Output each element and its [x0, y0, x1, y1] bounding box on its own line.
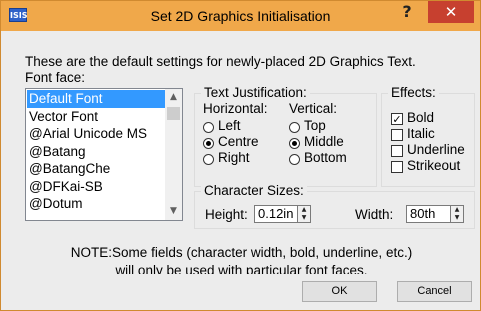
- checkbox-strikeout-label[interactable]: Strikeout: [407, 158, 460, 173]
- font-item-dotum[interactable]: @Dotum: [27, 195, 166, 213]
- width-spin-down-icon[interactable]: ▼: [451, 214, 463, 222]
- intro-text: These are the default settings for newly…: [25, 54, 416, 69]
- help-button[interactable]: ?: [393, 1, 421, 23]
- height-spin-up-icon[interactable]: ▲: [298, 206, 310, 214]
- scroll-up-arrow-icon[interactable]: ▲: [165, 89, 182, 106]
- text-justification-title: Text Justification:: [201, 85, 310, 100]
- width-spin-up-icon[interactable]: ▲: [451, 206, 463, 214]
- horizontal-label: Horizontal:: [203, 101, 268, 116]
- radio-horizontal-centre[interactable]: [203, 138, 214, 149]
- checkbox-bold-label[interactable]: Bold: [407, 110, 434, 125]
- effects-group: Effects: ✓ Bold Italic Underline Strikeo…: [381, 85, 475, 187]
- checkbox-italic[interactable]: [391, 129, 403, 141]
- radio-horizontal-left-label[interactable]: Left: [218, 118, 241, 133]
- width-label: Width:: [355, 207, 394, 222]
- vertical-label: Vertical:: [289, 101, 338, 116]
- close-button[interactable]: ✕: [428, 1, 474, 23]
- radio-vertical-top[interactable]: [289, 122, 300, 133]
- height-spinner[interactable]: ▲ ▼: [297, 205, 311, 223]
- radio-vertical-bottom[interactable]: [289, 154, 300, 165]
- dialog-window: ISIS Set 2D Graphics Initialisation ? ✕ …: [0, 0, 481, 311]
- title-bar[interactable]: ISIS Set 2D Graphics Initialisation ? ✕: [1, 1, 480, 31]
- font-face-listbox[interactable]: Default Font Vector Font @Arial Unicode …: [25, 88, 183, 221]
- cancel-button[interactable]: Cancel: [397, 281, 472, 302]
- radio-vertical-top-label[interactable]: Top: [304, 118, 326, 133]
- font-list-scrollbar[interactable]: ▲ ▼: [165, 89, 182, 220]
- radio-vertical-bottom-label[interactable]: Bottom: [304, 150, 347, 165]
- height-spin-down-icon[interactable]: ▼: [298, 214, 310, 222]
- checkmark-icon: ✓: [392, 113, 402, 126]
- scroll-thumb[interactable]: [167, 107, 180, 120]
- note-line-2: will only be used with particular font f…: [1, 262, 481, 274]
- radio-horizontal-right-label[interactable]: Right: [218, 150, 250, 165]
- note-line-2-text: will only be used with particular font f…: [115, 263, 368, 274]
- font-face-label: Font face:: [25, 70, 86, 85]
- font-list-items: Default Font Vector Font @Arial Unicode …: [27, 90, 166, 213]
- radio-vertical-middle[interactable]: [289, 138, 300, 149]
- width-spinner[interactable]: ▲ ▼: [450, 205, 464, 223]
- checkbox-underline[interactable]: [391, 145, 403, 157]
- font-item-arial-unicode-ms[interactable]: @Arial Unicode MS: [27, 125, 166, 143]
- width-input[interactable]: 80th: [406, 205, 451, 223]
- character-sizes-group: Character Sizes: Height: 0.12in ▲ ▼ Widt…: [194, 183, 475, 229]
- note-line-1: NOTE:Some fields (character width, bold,…: [70, 245, 413, 260]
- text-justification-group: Text Justification: Horizontal: Vertical…: [194, 85, 377, 187]
- font-item-dfkai-sb[interactable]: @DFKai-SB: [27, 178, 166, 196]
- scroll-down-arrow-icon[interactable]: ▼: [165, 203, 182, 220]
- font-item-default-font[interactable]: Default Font: [27, 90, 166, 108]
- close-icon: ✕: [444, 3, 458, 21]
- height-label: Height:: [205, 207, 248, 222]
- height-input[interactable]: 0.12in: [254, 205, 298, 223]
- checkbox-underline-label[interactable]: Underline: [407, 142, 465, 157]
- radio-horizontal-left[interactable]: [203, 122, 214, 133]
- ok-button[interactable]: OK: [302, 281, 377, 302]
- checkbox-italic-label[interactable]: Italic: [407, 126, 435, 141]
- effects-title: Effects:: [388, 85, 439, 100]
- radio-horizontal-right[interactable]: [203, 154, 214, 165]
- checkbox-strikeout[interactable]: [391, 161, 403, 173]
- font-item-batang[interactable]: @Batang: [27, 143, 166, 161]
- radio-horizontal-centre-label[interactable]: Centre: [218, 134, 259, 149]
- font-item-vector-font[interactable]: Vector Font: [27, 108, 166, 126]
- checkbox-bold[interactable]: ✓: [391, 113, 403, 125]
- radio-vertical-middle-label[interactable]: Middle: [304, 134, 344, 149]
- character-sizes-title: Character Sizes:: [201, 183, 307, 198]
- font-item-batangche[interactable]: @BatangChe: [27, 160, 166, 178]
